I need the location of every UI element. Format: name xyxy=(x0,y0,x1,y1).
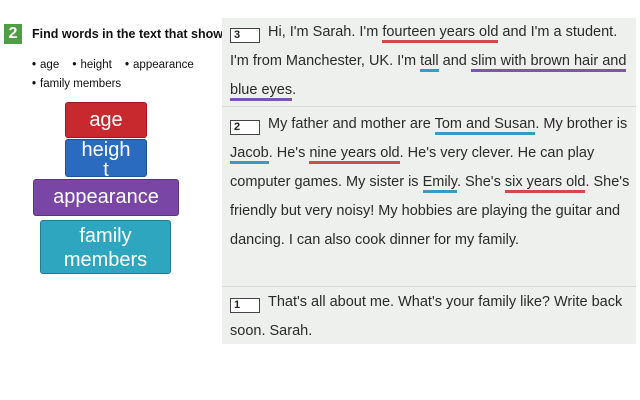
task-instruction: Find words in the text that show: xyxy=(32,27,228,41)
bullet-height: • height xyxy=(72,59,112,71)
highlight-height: tall xyxy=(420,53,439,72)
bullet-appearance: • appearance xyxy=(125,59,194,71)
paragraph-number-box[interactable]: 3 xyxy=(230,28,260,43)
task-number: 2 xyxy=(4,24,22,44)
highlight-family: Emily xyxy=(422,174,457,193)
bullet-age: • age xyxy=(32,59,60,71)
bullet-family-members: • family members xyxy=(32,78,122,90)
paragraph-2: 2 My father and mother are Tom and Susan.… xyxy=(230,116,630,248)
paragraph-1: 1 That's all about me. What's your family… xyxy=(230,294,623,339)
paragraph-divider xyxy=(222,106,636,107)
paragraph-3: 3 Hi, I'm Sarah. I'm fourteen years old a… xyxy=(230,18,630,105)
paragraph-number-box[interactable]: 2 xyxy=(230,120,260,135)
tag-appearance[interactable]: appearance xyxy=(33,179,179,216)
tag-height[interactable]: heigh t xyxy=(65,139,147,177)
reading-text-panel: 3 Hi, I'm Sarah. I'm fourteen years old a… xyxy=(222,18,636,344)
paragraph-number-box[interactable]: 1 xyxy=(230,298,260,313)
highlight-age: six years old xyxy=(504,174,586,193)
paragraph-divider xyxy=(222,286,636,287)
highlight-family: Jacob xyxy=(230,145,269,164)
highlight-age: nine years old xyxy=(309,145,400,164)
tag-family-members[interactable]: family members xyxy=(40,220,171,274)
highlight-family: Tom and Susan xyxy=(434,116,536,135)
category-bullet-list: • age • height • appearance • family members xyxy=(32,56,204,94)
tag-age[interactable]: age xyxy=(65,102,147,138)
highlight-age: fourteen years old xyxy=(382,24,499,43)
